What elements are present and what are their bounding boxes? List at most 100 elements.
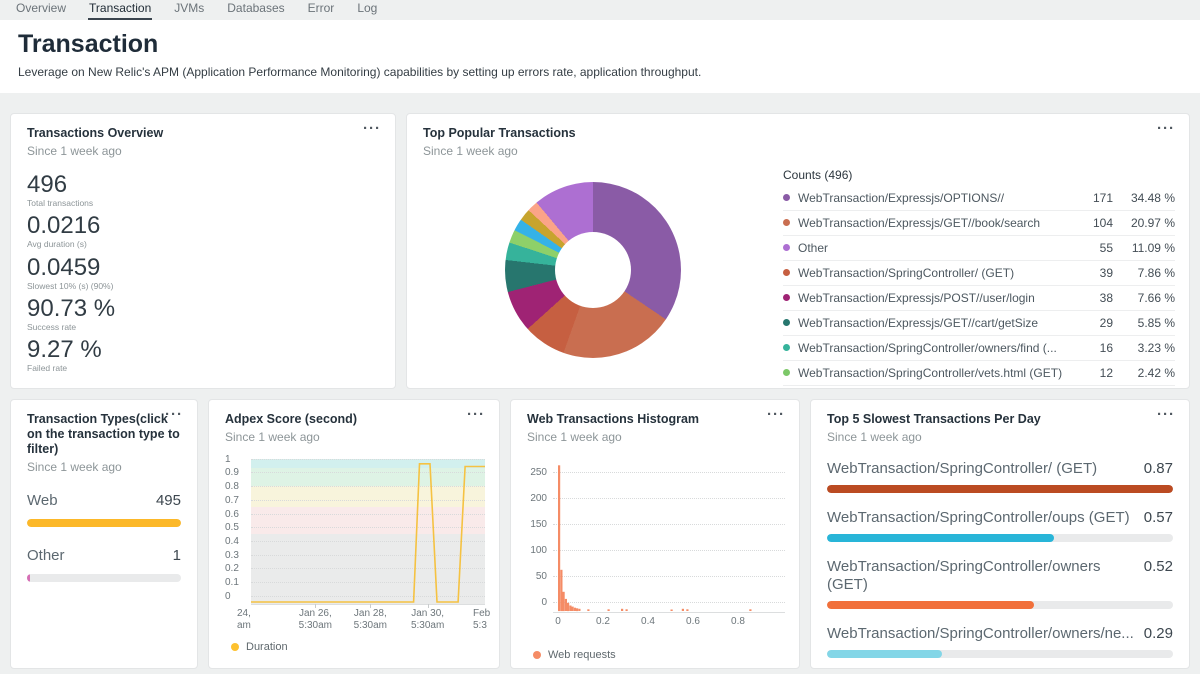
legend-label: WebTransaction/SpringController/owners/f… [798, 341, 1073, 355]
ellipsis-menu-icon[interactable] [763, 404, 789, 425]
bar-track [827, 601, 1173, 609]
series-color-dot-icon [533, 651, 541, 659]
y-tick-label: 250 [525, 467, 547, 478]
tab-overview[interactable]: Overview [15, 1, 67, 20]
legend-count: 171 [1073, 191, 1113, 205]
y-tick-label: 0.5 [225, 522, 247, 533]
ellipsis-menu-icon[interactable] [1153, 118, 1179, 139]
legend-row[interactable]: WebTransaction/Expressjs/GET//cart/getSi… [783, 311, 1175, 336]
legend-percent: 5.85 % [1113, 316, 1175, 330]
legend-count: 12 [1073, 366, 1113, 380]
adpex-line-chart: 00.10.20.30.40.50.60.70.80.91 [251, 456, 485, 605]
tab-transaction[interactable]: Transaction [88, 1, 152, 20]
panel-adpex-score: Adpex Score (second) Since 1 week ago 00… [208, 399, 500, 669]
donut-legend: Counts (496) WebTransaction/Expressjs/OP… [783, 168, 1175, 386]
histogram-legend: Web requests [533, 649, 783, 661]
bar-value: 495 [156, 492, 181, 509]
y-tick-label: 0.7 [225, 495, 247, 506]
legend-label: WebTransaction/SpringController/ (GET) [798, 266, 1073, 280]
legend-row[interactable]: WebTransaction/Expressjs/OPTIONS//17134.… [783, 186, 1175, 211]
legend-count: 29 [1073, 316, 1113, 330]
histogram-chart: 050100150200250 [553, 460, 785, 613]
bar-fill [27, 519, 181, 527]
adpex-legend: Duration [231, 641, 483, 653]
bar-track [27, 519, 181, 527]
panel-title: Transaction Types(click on the transacti… [27, 412, 181, 457]
legend-row[interactable]: WebTransaction/SpringController/vets.htm… [783, 361, 1175, 386]
series-color-dot-icon [231, 643, 239, 651]
legend-row[interactable]: WebTransaction/SpringController/owners/f… [783, 336, 1175, 361]
bar-label: Other [27, 547, 65, 564]
legend-row[interactable]: Other5511.09 % [783, 236, 1175, 261]
bar-label: Web [27, 492, 58, 509]
histogram-x-axis: 00.20.40.60.8 [553, 613, 783, 639]
series-color-dot-icon [783, 219, 790, 226]
legend-label: WebTransaction/Expressjs/OPTIONS// [798, 191, 1073, 205]
x-tick-label: 0.6 [683, 616, 703, 629]
bar-label-line: Other1 [27, 547, 181, 564]
type-bar-rows: Web 495 Other1 [27, 492, 181, 582]
top5-bar-rows: WebTransaction/SpringController/ (GET) 0.… [827, 460, 1173, 669]
bar-label: WebTransaction/SpringController/ (GET) [827, 460, 1097, 478]
y-tick-label: 0.3 [225, 550, 247, 561]
bar-value: 0.57 [1144, 509, 1173, 527]
stat-label: Avg duration (s) [27, 239, 379, 249]
bar-fill [827, 534, 1054, 542]
stat: 0.0216Avg duration (s) [27, 213, 379, 249]
type-row-web[interactable]: Web 495 [27, 492, 181, 527]
x-tick-label: 0.8 [728, 616, 748, 629]
y-tick-label: 0.2 [225, 563, 247, 574]
legend-row[interactable]: WebTransaction/Expressjs/GET//book/searc… [783, 211, 1175, 236]
legend-row[interactable]: WebTransaction/SpringController/ (GET)39… [783, 261, 1175, 286]
bar-fill [827, 485, 1173, 493]
legend-label: Duration [246, 641, 288, 653]
x-tick-label: Feb5:3 [473, 608, 500, 633]
type-row-other[interactable]: Other1 [27, 547, 181, 582]
stat-value: 9.27 % [27, 337, 379, 362]
x-tick-line2: 5:3 [473, 620, 500, 633]
legend-label: WebTransaction/SpringController/vets.htm… [798, 366, 1073, 380]
legend-count: 38 [1073, 291, 1113, 305]
stat-label: Failed rate [27, 363, 379, 373]
histogram-bars [553, 460, 785, 612]
stat-value: 0.0216 [27, 213, 379, 238]
bar-label-line: WebTransaction/SpringController/owners/n… [827, 625, 1173, 643]
y-tick-label: 100 [525, 545, 547, 556]
tab-jvms[interactable]: JVMs [173, 1, 205, 20]
legend-percent: 2.42 % [1113, 366, 1175, 380]
panel-subtitle: Since 1 week ago [527, 430, 783, 444]
panel-transaction-types: Transaction Types(click on the transacti… [10, 399, 198, 669]
stat-value: 496 [27, 172, 379, 197]
bar-fill [827, 650, 942, 658]
panel-top-popular-transactions: Top Popular Transactions Since 1 week ag… [406, 113, 1190, 389]
donut-chart[interactable] [505, 182, 681, 358]
bar-label: WebTransaction/SpringController/owners/n… [827, 625, 1134, 643]
stat-label: Slowest 10% (s) (90%) [27, 281, 379, 291]
panel-title: Top Popular Transactions [423, 126, 1173, 141]
ellipsis-menu-icon[interactable] [1153, 404, 1179, 425]
x-tick-line1: Jan 30, [398, 608, 458, 621]
y-tick-label: 150 [525, 519, 547, 530]
panel-title: Top 5 Slowest Transactions Per Day [827, 412, 1173, 427]
tab-error[interactable]: Error [307, 1, 336, 20]
x-tick-label: 0.2 [593, 616, 613, 629]
ellipsis-menu-icon[interactable] [359, 118, 385, 139]
series-color-dot-icon [783, 269, 790, 276]
ellipsis-menu-icon[interactable] [161, 404, 187, 425]
tab-databases[interactable]: Databases [226, 1, 285, 20]
duration-line [251, 456, 485, 604]
slow-transaction-row: WebTransaction/SpringController/ (GET)0.… [827, 460, 1173, 493]
panel-subtitle: Since 1 week ago [225, 430, 483, 444]
stat: 90.73 %Success rate [27, 296, 379, 332]
bar-label-line: WebTransaction/SpringController/oups (GE… [827, 509, 1173, 527]
panel-web-transactions-histogram: Web Transactions Histogram Since 1 week … [510, 399, 800, 669]
tab-log[interactable]: Log [356, 1, 378, 20]
x-tick-label: Jan 30,5:30am [398, 608, 458, 633]
legend-row[interactable]: WebTransaction/Expressjs/POST//user/logi… [783, 286, 1175, 311]
y-tick-label: 0.4 [225, 536, 247, 547]
stat-label: Success rate [27, 322, 379, 332]
stat: 496Total transactions [27, 172, 379, 208]
panel-subtitle: Since 1 week ago [27, 460, 181, 474]
ellipsis-menu-icon[interactable] [463, 404, 489, 425]
bar-label-line: WebTransaction/SpringController/owners (… [827, 558, 1173, 594]
